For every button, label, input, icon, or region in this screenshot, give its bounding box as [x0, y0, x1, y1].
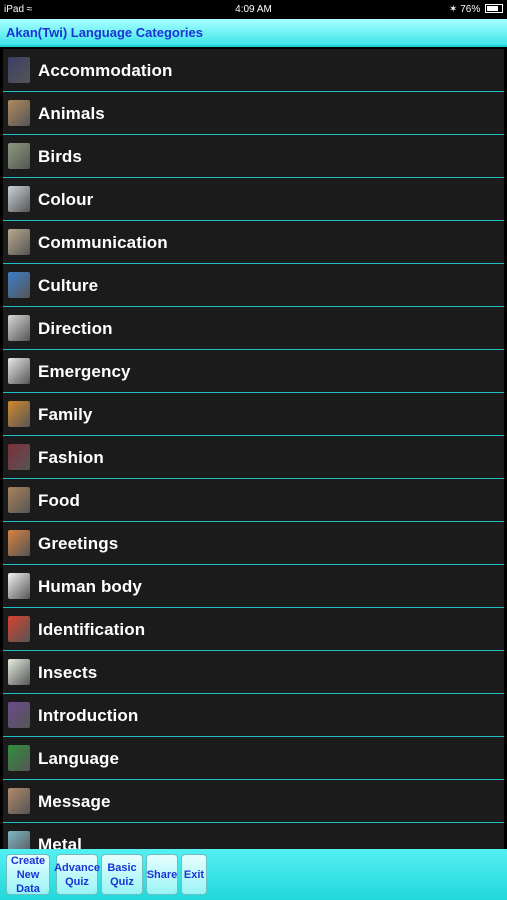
- category-row[interactable]: Human body: [3, 565, 504, 608]
- title-bar: Akan(Twi) Language Categories: [0, 19, 507, 47]
- human-body-icon: [8, 573, 30, 599]
- category-label: Colour: [38, 190, 94, 209]
- category-label: Emergency: [38, 362, 131, 381]
- basic-quiz-button[interactable]: Basic Quiz: [101, 854, 143, 895]
- handshake-icon: [8, 530, 30, 556]
- category-row[interactable]: Fashion: [3, 436, 504, 479]
- category-label: Introduction: [38, 706, 139, 725]
- category-label: Culture: [38, 276, 99, 295]
- category-label: Message: [38, 792, 111, 811]
- advance-quiz-button[interactable]: Advance Quiz: [54, 854, 100, 895]
- birds-icon: [8, 143, 30, 169]
- battery-status: ✶ 76%: [449, 4, 503, 15]
- status-bar: iPad ≈ 4:09 AM ✶ 76%: [0, 0, 507, 19]
- family-icon: [8, 401, 30, 427]
- category-row[interactable]: Message: [3, 780, 504, 823]
- category-row[interactable]: Greetings: [3, 522, 504, 565]
- dress-icon: [8, 444, 30, 470]
- building-icon: [8, 57, 30, 83]
- category-row[interactable]: Family: [3, 393, 504, 436]
- language-icon: [8, 745, 30, 771]
- category-label: Birds: [38, 147, 82, 166]
- animals-icon: [8, 100, 30, 126]
- category-label: Greetings: [38, 534, 119, 553]
- category-label: Communication: [38, 233, 168, 252]
- create-new-data-button[interactable]: Create New Data: [6, 854, 50, 895]
- category-row[interactable]: Emergency: [3, 350, 504, 393]
- category-list[interactable]: Accommodation Animals Birds Colour Communica…: [3, 49, 504, 849]
- category-label: Food: [38, 491, 80, 510]
- metal-icon: [8, 831, 30, 849]
- category-row[interactable]: Direction: [3, 307, 504, 350]
- category-row[interactable]: Culture: [3, 264, 504, 307]
- message-icon: [8, 788, 30, 814]
- category-label: Language: [38, 749, 120, 768]
- category-label: Direction: [38, 319, 113, 338]
- category-label: Family: [38, 405, 93, 424]
- category-label: Insects: [38, 663, 98, 682]
- insects-icon: [8, 659, 30, 685]
- category-row[interactable]: Colour: [3, 178, 504, 221]
- communication-icon: [8, 229, 30, 255]
- category-row[interactable]: Metal: [3, 823, 504, 849]
- ambulance-icon: [8, 358, 30, 384]
- food-icon: [8, 487, 30, 513]
- battery-icon: [485, 4, 503, 13]
- category-row[interactable]: Insects: [3, 651, 504, 694]
- category-row[interactable]: Animals: [3, 92, 504, 135]
- category-row[interactable]: Birds: [3, 135, 504, 178]
- bluetooth-icon: ✶: [449, 4, 458, 15]
- culture-icon: [8, 272, 30, 298]
- category-label: Accommodation: [38, 61, 173, 80]
- category-row[interactable]: Food: [3, 479, 504, 522]
- page-title: Akan(Twi) Language Categories: [6, 25, 203, 40]
- clock: 4:09 AM: [235, 4, 272, 15]
- category-row[interactable]: Communication: [3, 221, 504, 264]
- category-row[interactable]: Identification: [3, 608, 504, 651]
- category-row[interactable]: Language: [3, 737, 504, 780]
- colour-icon: [8, 186, 30, 212]
- category-row[interactable]: Introduction: [3, 694, 504, 737]
- category-label: Human body: [38, 577, 142, 596]
- direction-icon: [8, 315, 30, 341]
- exit-button[interactable]: Exit: [181, 854, 207, 895]
- category-label: Metal: [38, 835, 82, 849]
- id-card-icon: [8, 616, 30, 642]
- category-label: Animals: [38, 104, 105, 123]
- category-label: Fashion: [38, 448, 104, 467]
- category-label: Identification: [38, 620, 146, 639]
- share-button[interactable]: Share: [146, 854, 178, 895]
- bottom-toolbar: Create New Data Advance Quiz Basic Quiz Sha…: [0, 849, 507, 900]
- category-row[interactable]: Accommodation: [3, 49, 504, 92]
- introduction-icon: [8, 702, 30, 728]
- battery-percent: 76%: [460, 4, 481, 15]
